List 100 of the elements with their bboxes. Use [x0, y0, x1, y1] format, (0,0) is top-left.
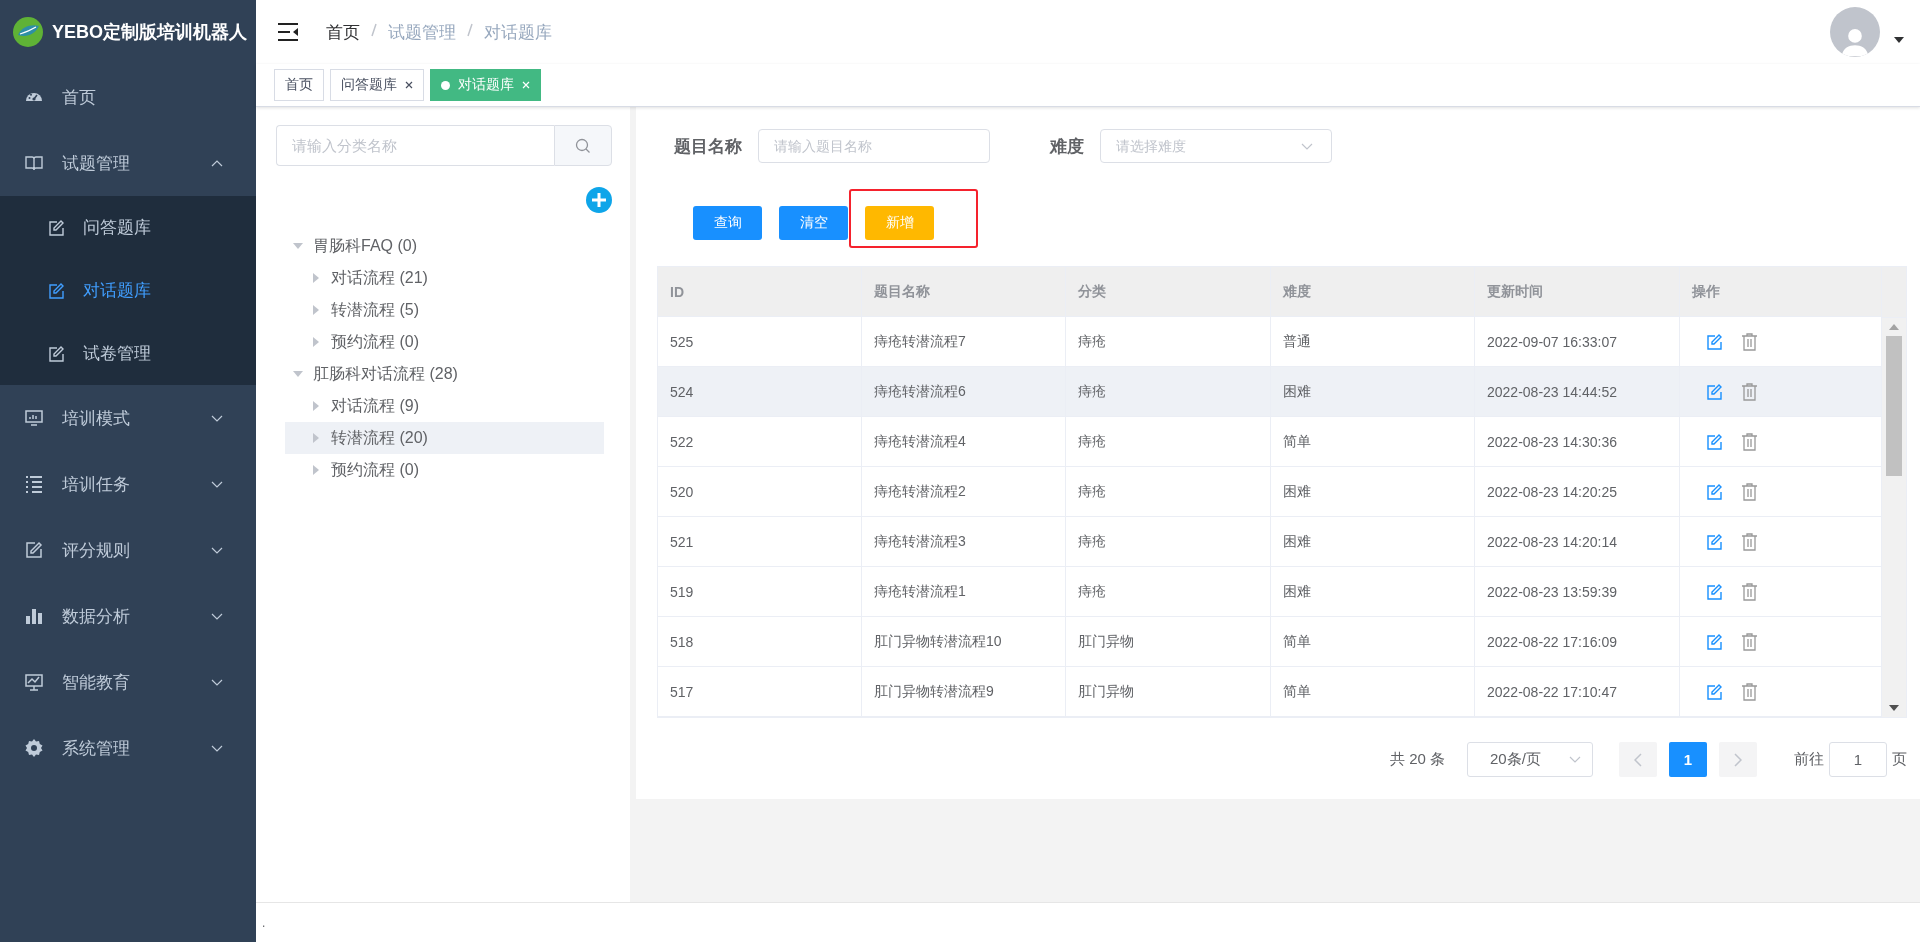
table-cell: 肛门异物转潜流程9: [862, 667, 1066, 716]
edit-icon[interactable]: [1706, 333, 1723, 350]
edit-icon[interactable]: [1706, 433, 1723, 450]
close-icon[interactable]: [405, 81, 413, 89]
trash-icon[interactable]: [1741, 632, 1758, 651]
table-cell: 2022-08-23 13:59:39: [1475, 567, 1680, 616]
footer-text: .: [262, 915, 266, 930]
search-button[interactable]: [554, 125, 612, 166]
menu-icon[interactable]: [278, 23, 298, 41]
table-cell: 525: [658, 317, 862, 366]
field-label: 题目名称: [674, 135, 742, 158]
tab[interactable]: 首页: [274, 69, 324, 101]
edit-icon[interactable]: [1706, 583, 1723, 600]
table-cell: 肛门异物: [1066, 667, 1271, 716]
table-cell: 困难: [1271, 467, 1475, 516]
difficulty-select[interactable]: 请选择难度: [1100, 129, 1332, 163]
caret-down-icon[interactable]: [1894, 37, 1904, 43]
separator-icon: [370, 23, 378, 37]
list-icon: [24, 474, 44, 494]
table-cell: 2022-08-23 14:20:14: [1475, 517, 1680, 566]
trash-icon[interactable]: [1741, 532, 1758, 551]
tree-node[interactable]: 转潜流程 (20): [285, 422, 604, 454]
trash-icon[interactable]: [1741, 382, 1758, 401]
page-size-select[interactable]: 20条/页: [1467, 742, 1593, 777]
edit-icon[interactable]: [1706, 533, 1723, 550]
sidebar-item[interactable]: 系统管理: [0, 715, 256, 781]
table-cell: 2022-08-22 17:16:09: [1475, 617, 1680, 666]
table-cell: 524: [658, 367, 862, 416]
field-label: 难度: [1050, 135, 1084, 158]
column-header: 难度: [1271, 267, 1475, 316]
edit-icon[interactable]: [1706, 383, 1723, 400]
status-dot: [441, 80, 450, 90]
edit-icon[interactable]: [1706, 633, 1723, 650]
sidebar-subitem[interactable]: 对话题库: [0, 259, 256, 322]
sidebar-item[interactable]: 培训模式: [0, 385, 256, 451]
tree-node[interactable]: 对话流程 (21): [285, 262, 604, 294]
sidebar-item[interactable]: 数据分析: [0, 583, 256, 649]
sidebar-subitem[interactable]: 问答题库: [0, 196, 256, 259]
app-title: YEBO定制版培训机器人: [52, 21, 247, 44]
sidebar-subitem[interactable]: 试卷管理: [0, 322, 256, 385]
avatar[interactable]: [1830, 7, 1880, 57]
edit-icon[interactable]: [1706, 683, 1723, 700]
table-row[interactable]: 518 肛门异物转潜流程10 肛门异物 简单 2022-08-22 17:16:09: [658, 617, 1882, 667]
table-row[interactable]: 522 痔疮转潜流程4 痔疮 简单 2022-08-23 14:30:36: [658, 417, 1882, 467]
table-cell: 痔疮转潜流程1: [862, 567, 1066, 616]
table-cell: 519: [658, 567, 862, 616]
table-cell: 痔疮: [1066, 417, 1271, 466]
table-cell: 518: [658, 617, 862, 666]
scroll-down-icon[interactable]: [1889, 705, 1899, 711]
table-row[interactable]: 521 痔疮转潜流程3 痔疮 困难 2022-08-23 14:20:14: [658, 517, 1882, 567]
table-cell: 520: [658, 467, 862, 516]
trash-icon[interactable]: [1741, 482, 1758, 501]
trash-icon[interactable]: [1741, 682, 1758, 701]
table-row[interactable]: 517 肛门异物转潜流程9 肛门异物 简单 2022-08-22 17:10:47: [658, 667, 1882, 717]
sidebar-item[interactable]: 首页: [0, 64, 256, 130]
table-cell: 痔疮转潜流程6: [862, 367, 1066, 416]
table-cell: 517: [658, 667, 862, 716]
tree-node[interactable]: 转潜流程 (5): [285, 294, 604, 326]
chevron-right-icon: [1734, 752, 1742, 767]
jump-label: 前往: [1794, 750, 1824, 769]
edit-icon[interactable]: [1706, 483, 1723, 500]
table-row[interactable]: 520 痔疮转潜流程2 痔疮 困难 2022-08-23 14:20:25: [658, 467, 1882, 517]
chevron-left-icon: [1634, 752, 1642, 767]
scroll-up-icon[interactable]: [1889, 324, 1899, 330]
input-field[interactable]: 请输入题目名称: [758, 129, 990, 163]
tree-node[interactable]: 胃肠科FAQ (0): [285, 230, 604, 262]
tree-node[interactable]: 对话流程 (9): [285, 390, 604, 422]
table-cell: 2022-08-23 14:30:36: [1475, 417, 1680, 466]
table-cell: 痔疮: [1066, 567, 1271, 616]
scrollbar-thumb[interactable]: [1886, 336, 1902, 476]
tree-node[interactable]: 肛肠科对话流程 (28): [285, 358, 604, 390]
search-field[interactable]: 请输入分类名称: [276, 125, 554, 166]
edit-icon: [48, 282, 65, 299]
edit-icon: [24, 540, 44, 560]
table-cell: 肛门异物转潜流程10: [862, 617, 1066, 666]
total-count: 共 20 条: [1389, 750, 1445, 769]
column-header: 更新时间: [1475, 267, 1680, 316]
table-cell: 简单: [1271, 667, 1475, 716]
sidebar-item[interactable]: 智能教育: [0, 649, 256, 715]
page-jump-field[interactable]: 1: [1829, 742, 1887, 777]
search-icon: [575, 137, 591, 154]
sidebar-item[interactable]: 评分规则: [0, 517, 256, 583]
edit-icon: [48, 345, 65, 362]
table-row[interactable]: 519 痔疮转潜流程1 痔疮 困难 2022-08-23 13:59:39: [658, 567, 1882, 617]
table-cell: 2022-09-07 16:33:07: [1475, 317, 1680, 366]
monitor-chart-icon: [24, 672, 44, 692]
trash-icon[interactable]: [1741, 582, 1758, 601]
table-cell: 肛门异物: [1066, 617, 1271, 666]
add-icon[interactable]: [586, 187, 612, 213]
table-cell: 痔疮转潜流程3: [862, 517, 1066, 566]
trash-icon[interactable]: [1741, 432, 1758, 451]
tree-node[interactable]: 预约流程 (0): [285, 326, 604, 358]
edit-icon: [48, 219, 65, 236]
table-row[interactable]: 524 痔疮转潜流程6 痔疮 困难 2022-08-23 14:44:52: [658, 367, 1882, 417]
sidebar-item[interactable]: 试题管理: [0, 130, 256, 196]
sidebar-item[interactable]: 培训任务: [0, 451, 256, 517]
tree-node[interactable]: 预约流程 (0): [285, 454, 604, 486]
tab[interactable]: 问答题库: [330, 69, 424, 101]
table-cell: 痔疮转潜流程4: [862, 417, 1066, 466]
trash-icon[interactable]: [1741, 332, 1758, 351]
